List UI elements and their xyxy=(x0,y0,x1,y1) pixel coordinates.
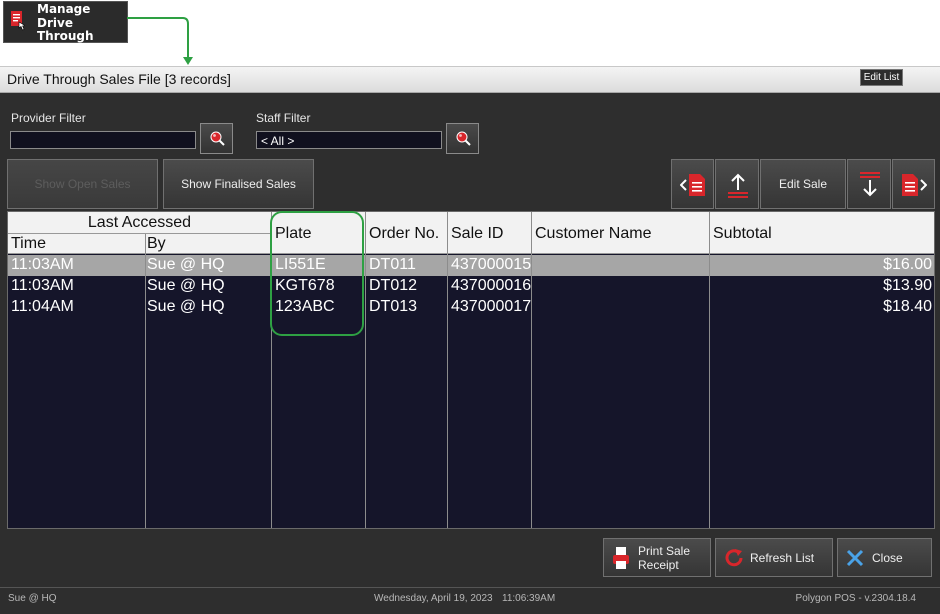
window-title-bar: Drive Through Sales File [3 records] Edi… xyxy=(0,66,940,93)
column-divider xyxy=(709,212,710,528)
cell-sale-id: 437000017 xyxy=(451,298,532,315)
close-button[interactable]: Close xyxy=(837,538,932,577)
column-divider xyxy=(365,212,366,528)
cell-order-no: DT011 xyxy=(369,256,416,273)
show-finalised-sales-button[interactable]: Show Finalised Sales xyxy=(163,159,314,209)
status-version: Polygon POS - v.2304.18.4 xyxy=(795,593,916,604)
column-divider xyxy=(531,212,532,528)
cell-subtotal: $13.90 xyxy=(883,277,932,294)
move-up-button[interactable] xyxy=(715,159,759,209)
cell-by: Sue @ HQ xyxy=(147,256,225,273)
status-date: Wednesday, April 19, 2023 xyxy=(374,593,493,604)
search-icon xyxy=(456,131,471,146)
staff-search-button[interactable] xyxy=(446,123,479,154)
refresh-list-button[interactable]: Refresh List xyxy=(715,538,833,577)
column-header-time[interactable]: Time xyxy=(11,235,46,253)
cell-time: 11:03AM xyxy=(11,256,74,273)
cell-by: Sue @ HQ xyxy=(147,277,225,294)
table-row[interactable]: 11:04AM Sue @ HQ 123ABC DT013 437000017 … xyxy=(8,297,934,318)
staff-filter-input[interactable]: < All > xyxy=(256,131,442,149)
plate-column-highlight xyxy=(270,211,364,336)
column-header-customer-name[interactable]: Customer Name xyxy=(535,225,651,243)
cell-subtotal: $16.00 xyxy=(883,256,932,273)
column-header-by[interactable]: By xyxy=(147,235,166,253)
grid-header: Last Accessed Time By Plate Order No. Sa… xyxy=(8,212,934,254)
document-icon xyxy=(11,11,25,31)
next-icon xyxy=(902,174,927,196)
provider-search-button[interactable] xyxy=(200,123,233,154)
print-sale-receipt-label: Print Sale Receipt xyxy=(638,544,691,572)
cell-subtotal: $18.40 xyxy=(883,298,932,315)
cell-order-no: DT012 xyxy=(369,277,418,294)
search-icon xyxy=(210,131,225,146)
close-label: Close xyxy=(872,551,903,565)
cell-sale-id: 437000015 xyxy=(451,256,532,273)
previous-icon xyxy=(680,174,705,196)
window-title: Drive Through Sales File [3 records] xyxy=(7,71,231,87)
sales-grid[interactable]: Last Accessed Time By Plate Order No. Sa… xyxy=(7,211,935,529)
staff-filter-label: Staff Filter xyxy=(256,111,311,125)
column-header-subtotal[interactable]: Subtotal xyxy=(713,225,772,243)
move-down-button[interactable] xyxy=(847,159,891,209)
close-icon xyxy=(846,549,864,567)
cell-sale-id: 437000016 xyxy=(451,277,532,294)
move-down-icon xyxy=(860,172,880,197)
menu-label: Manage Drive Through Orders xyxy=(37,2,94,57)
move-up-icon xyxy=(728,173,748,198)
edit-list-tooltip: Edit List xyxy=(860,69,903,86)
table-row[interactable]: 11:03AM Sue @ HQ LI551E DT011 437000015 … xyxy=(8,255,934,276)
column-header-order-no[interactable]: Order No. xyxy=(369,225,439,243)
provider-filter-label: Provider Filter xyxy=(11,111,86,125)
printer-icon xyxy=(613,547,629,569)
annotation-arrow xyxy=(127,17,193,65)
column-divider xyxy=(145,234,146,528)
print-sale-receipt-button[interactable]: Print Sale Receipt xyxy=(603,538,711,577)
cell-time: 11:04AM xyxy=(11,298,74,315)
refresh-icon xyxy=(725,549,743,567)
cell-time: 11:03AM xyxy=(11,277,74,294)
cell-order-no: DT013 xyxy=(369,298,418,315)
show-open-sales-button[interactable]: Show Open Sales xyxy=(7,159,158,209)
manage-drive-through-menu-item[interactable]: Manage Drive Through Orders xyxy=(3,1,128,56)
table-row[interactable]: 11:03AM Sue @ HQ KGT678 DT012 437000016 … xyxy=(8,276,934,297)
refresh-list-label: Refresh List xyxy=(750,551,815,565)
cell-by: Sue @ HQ xyxy=(147,298,225,315)
status-bar: Sue @ HQ Wednesday, April 19, 2023 11:06… xyxy=(0,587,940,614)
provider-filter-input[interactable] xyxy=(10,131,196,149)
last-accessed-group-header: Last Accessed xyxy=(87,214,192,231)
column-header-sale-id[interactable]: Sale ID xyxy=(451,225,503,243)
column-divider xyxy=(447,212,448,528)
previous-sale-button[interactable] xyxy=(671,159,714,209)
status-user: Sue @ HQ xyxy=(8,593,57,604)
edit-sale-button[interactable]: Edit Sale xyxy=(760,159,846,209)
status-time: 11:06:39AM xyxy=(502,593,556,604)
next-sale-button[interactable] xyxy=(892,159,935,209)
